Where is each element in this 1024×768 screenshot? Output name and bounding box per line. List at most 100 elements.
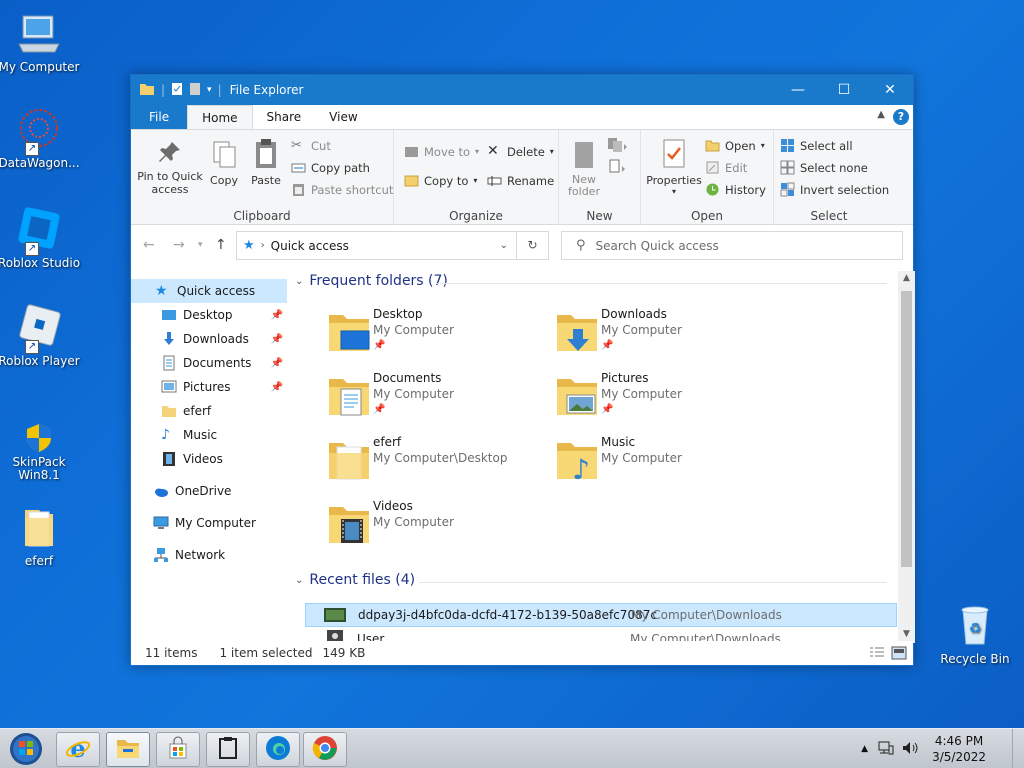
show-hidden-icons-icon[interactable]: ▲ [861, 744, 868, 754]
folder-tile-eferf[interactable]: eferf My Computer\Desktop [327, 433, 555, 493]
folder-tile-desktop[interactable]: Desktop My Computer 📌 [327, 305, 555, 365]
cut-button[interactable]: ✂ Cut [291, 138, 331, 153]
history-button[interactable]: History [705, 182, 766, 197]
minimize-button[interactable]: — [775, 75, 821, 105]
address-box[interactable]: ★ › Quick access ⌄ [236, 231, 517, 260]
properties-button[interactable]: Properties ▾ [645, 138, 703, 196]
tab-share[interactable]: Share [253, 105, 316, 129]
nav-item-onedrive[interactable]: OneDrive [131, 479, 287, 503]
taskbar-internet-explorer[interactable]: e [56, 732, 100, 767]
folder-tile-pictures[interactable]: Pictures My Computer 📌 [555, 369, 783, 429]
nav-item-quick-access[interactable]: ★ Quick access [131, 279, 287, 303]
clock[interactable]: 4:46 PM 3/5/2022 [932, 733, 986, 765]
folder-tile-videos[interactable]: Videos My Computer [327, 497, 555, 557]
new-item-icon[interactable] [607, 136, 629, 157]
ribbon: Pin to Quick access Copy Paste ✂ Cut Cop… [131, 130, 913, 225]
tab-home[interactable]: Home [187, 105, 253, 129]
copy-button[interactable]: Copy [207, 140, 241, 187]
close-button[interactable]: ✕ [867, 75, 913, 105]
properties-icon[interactable] [171, 82, 183, 99]
edit-button[interactable]: Edit [705, 160, 747, 175]
nav-item-pictures[interactable]: Pictures 📌 [131, 375, 287, 399]
nav-item-music[interactable]: ♪ Music [131, 423, 287, 447]
desktop-icon-label: SkinPack Win8.1 [12, 455, 66, 482]
start-button[interactable] [6, 731, 46, 767]
folder-tile-music[interactable]: ♪ Music My Computer [555, 433, 783, 493]
up-arrow-icon[interactable]: ↑ [215, 237, 227, 253]
new-folder-icon [572, 140, 596, 170]
search-input[interactable]: ⚲ Search Quick access [561, 231, 903, 260]
address-dropdown-icon[interactable]: ⌄ [500, 240, 508, 251]
help-icon[interactable]: ? [893, 109, 909, 125]
nav-item-desktop[interactable]: Desktop 📌 [131, 303, 287, 327]
taskbar-store[interactable] [156, 732, 200, 767]
folder-tile-documents[interactable]: Documents My Computer 📌 [327, 369, 555, 429]
select-all-button[interactable]: Select all [780, 138, 853, 153]
svg-text:♪: ♪ [572, 453, 590, 483]
nav-item-videos[interactable]: Videos [131, 447, 287, 471]
nav-item-eferf[interactable]: eferf [131, 399, 287, 423]
nav-item-network[interactable]: Network [131, 543, 287, 567]
desktop-icon-roblox-studio[interactable]: ↗ Roblox Studio [0, 206, 81, 270]
volume-icon[interactable] [902, 741, 920, 758]
tab-file[interactable]: File [131, 105, 188, 129]
computer-icon [153, 515, 169, 531]
customize-qat-icon[interactable]: ▾ [207, 85, 212, 95]
rename-button[interactable]: Rename [487, 173, 554, 188]
collapse-ribbon-icon[interactable]: ▲ [877, 109, 885, 120]
maximize-button[interactable]: ☐ [821, 75, 867, 105]
desktop-icon-datawagon[interactable]: ↗ DataWagon... [0, 106, 81, 170]
taskbar-file-explorer[interactable] [106, 732, 150, 767]
recent-locations-icon[interactable]: ▾ [198, 240, 203, 250]
new-folder-button[interactable]: New folder [565, 140, 603, 198]
forward-arrow-icon[interactable]: → [173, 237, 185, 253]
folder-tile-downloads[interactable]: Downloads My Computer 📌 [555, 305, 783, 365]
desktop-icon-label: Roblox Studio [0, 256, 81, 270]
vertical-scrollbar[interactable]: ▲ ▼ [898, 271, 915, 643]
status-item-count: 11 items [145, 646, 198, 660]
file-explorer-window: | ▾ | File Explorer — ☐ ✕ File Home Shar… [130, 74, 915, 666]
show-desktop-button[interactable] [1012, 729, 1024, 768]
refresh-button[interactable]: ↻ [517, 231, 549, 260]
desktop-icon-skinpack[interactable]: SkinPack Win8.1 [0, 420, 81, 482]
desktop-icon-roblox-player[interactable]: ↗ Roblox Player [0, 304, 81, 368]
new-folder-icon[interactable] [189, 82, 201, 99]
copy-path-button[interactable]: Copy path [291, 160, 370, 175]
nav-item-documents[interactable]: Documents 📌 [131, 351, 287, 375]
properties-icon [661, 138, 687, 170]
nav-item-downloads[interactable]: Downloads 📌 [131, 327, 287, 351]
delete-button[interactable]: ✕ Delete ▾ [487, 144, 554, 159]
paste-shortcut-button[interactable]: Paste shortcut [291, 182, 393, 197]
move-to-button[interactable]: Move to ▾ [404, 144, 479, 159]
recent-files-header[interactable]: ⌄ Recent files (4) [295, 572, 415, 588]
select-none-button[interactable]: Select none [780, 160, 868, 175]
shortcut-arrow-icon: ↗ [25, 242, 39, 256]
large-icons-view-icon[interactable] [891, 646, 907, 663]
desktop-icon-my-computer[interactable]: My Computer [0, 10, 81, 74]
recent-file-row[interactable]: ddpay3j-d4bfc0da-dcfd-4172-b139-50a8efc7… [305, 603, 897, 627]
desktop-icon-eferf[interactable]: eferf [0, 504, 81, 568]
pin-quick-access-button[interactable]: Pin to Quick access [137, 140, 203, 196]
copy-icon [211, 140, 237, 170]
taskbar: e ▲ 4:46 PM 3/5/2022 [0, 728, 1024, 768]
frequent-folders-header[interactable]: ⌄ Frequent folders (7) [295, 273, 448, 289]
paste-button[interactable]: Paste [248, 138, 284, 187]
scrollbar-thumb[interactable] [901, 291, 912, 567]
tab-view[interactable]: View [315, 105, 371, 129]
desktop-icon-recycle-bin[interactable]: ♻ Recycle Bin [933, 602, 1017, 666]
taskbar-clipboard-app[interactable] [206, 732, 250, 767]
easy-access-icon[interactable] [607, 158, 629, 179]
taskbar-edge[interactable] [256, 732, 300, 767]
scroll-down-icon[interactable]: ▼ [898, 629, 915, 639]
datawagon-icon: ↗ [15, 106, 63, 156]
taskbar-chrome[interactable] [303, 732, 347, 767]
copy-to-button[interactable]: Copy to ▾ [404, 173, 477, 188]
details-view-icon[interactable] [869, 646, 885, 663]
back-arrow-icon[interactable]: ← [143, 237, 155, 253]
file-explorer-icon [116, 737, 140, 762]
network-tray-icon[interactable] [878, 741, 894, 758]
open-button[interactable]: Open ▾ [705, 138, 765, 153]
scroll-up-icon[interactable]: ▲ [898, 273, 915, 283]
invert-selection-button[interactable]: Invert selection [780, 182, 889, 197]
nav-item-my-computer[interactable]: My Computer [131, 511, 287, 535]
